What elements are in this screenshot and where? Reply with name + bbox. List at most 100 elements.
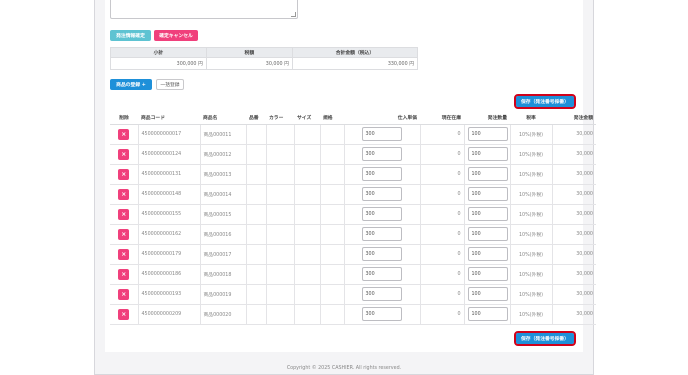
row-name: 商品000017 bbox=[200, 244, 247, 265]
row-color bbox=[266, 204, 295, 225]
row-color bbox=[266, 124, 295, 145]
row-spec bbox=[320, 164, 345, 185]
row-tax-rate: 10%(外税) bbox=[510, 204, 553, 225]
table-row: × 4500000000209 商品000020 300 0 100 10%(外税) 30,0… bbox=[110, 304, 596, 325]
summary-table: 小計 税額 合計金額（税込） 300,000 円 30,000 円 330,00… bbox=[110, 47, 419, 70]
order-items-table: 削除 商品コード 商品名 品番 カラー サイズ 規格 仕入単価 現在在庫 発注数… bbox=[110, 112, 596, 325]
table-row: × 4500000000186 商品000018 300 0 100 10%(外税) 30,0… bbox=[110, 264, 596, 285]
row-model bbox=[246, 244, 267, 265]
row-size bbox=[294, 284, 321, 305]
order-qty-input[interactable]: 100 bbox=[467, 127, 508, 141]
row-name: 商品000020 bbox=[200, 304, 247, 325]
col-name: 商品名 bbox=[200, 112, 246, 125]
unit-price-input[interactable]: 300 bbox=[361, 167, 402, 181]
row-amount: 30,000 bbox=[552, 164, 596, 185]
save-button-top[interactable]: 保存（発注番号採番） bbox=[514, 94, 576, 109]
row-spec bbox=[320, 304, 345, 325]
memo-textarea[interactable] bbox=[110, 0, 298, 19]
row-color bbox=[266, 244, 295, 265]
summary-total: 330,000 円 bbox=[291, 57, 419, 70]
row-amount: 30,000 bbox=[552, 144, 596, 165]
table-row: × 4500000000179 商品000017 300 0 100 10%(外税) 30,0… bbox=[110, 244, 596, 265]
order-qty-input[interactable]: 100 bbox=[467, 227, 508, 241]
row-code: 4500000000186 bbox=[138, 264, 201, 285]
row-code: 4500000000193 bbox=[138, 284, 201, 305]
delete-row-button[interactable]: × bbox=[118, 228, 130, 240]
row-tax-rate: 10%(外税) bbox=[510, 124, 553, 145]
col-spec: 規格 bbox=[320, 112, 344, 125]
footer-copyright: Copyright © 2025 CASHIER. All rights res… bbox=[286, 366, 402, 371]
row-model bbox=[246, 204, 267, 225]
delete-row-button[interactable]: × bbox=[118, 208, 130, 220]
col-model: 品番 bbox=[246, 112, 266, 125]
unit-price-input[interactable]: 300 bbox=[361, 207, 402, 221]
order-qty-input[interactable]: 100 bbox=[467, 247, 508, 261]
row-size bbox=[294, 244, 321, 265]
col-code: 商品コード bbox=[138, 112, 200, 125]
order-qty-input[interactable]: 100 bbox=[467, 147, 508, 161]
row-stock: 0 bbox=[420, 204, 465, 225]
row-amount: 30,000 bbox=[552, 284, 596, 305]
unit-price-input[interactable]: 300 bbox=[361, 287, 402, 301]
order-qty-input[interactable]: 100 bbox=[467, 267, 508, 281]
unit-price-input[interactable]: 300 bbox=[361, 247, 402, 261]
delete-row-button[interactable]: × bbox=[118, 168, 130, 180]
summary-header-subtotal: 小計 bbox=[110, 47, 207, 58]
row-size bbox=[294, 124, 321, 145]
row-size bbox=[294, 164, 321, 185]
delete-row-button[interactable]: × bbox=[118, 308, 130, 320]
unit-price-input[interactable]: 300 bbox=[361, 147, 402, 161]
save-button-bottom[interactable]: 保存（発注番号採番） bbox=[514, 331, 576, 346]
unit-price-input[interactable]: 300 bbox=[361, 267, 402, 281]
row-spec bbox=[320, 284, 345, 305]
resize-handle-icon[interactable] bbox=[291, 12, 296, 17]
row-color bbox=[266, 264, 295, 285]
order-qty-input[interactable]: 100 bbox=[467, 187, 508, 201]
table-row: × 4500000000148 商品000014 300 0 100 10%(外税) 30,0… bbox=[110, 184, 596, 205]
row-code: 4500000000131 bbox=[138, 164, 201, 185]
add-product-button[interactable]: 商品の登録 + bbox=[110, 79, 152, 90]
row-amount: 30,000 bbox=[552, 304, 596, 325]
delete-row-button[interactable]: × bbox=[118, 148, 130, 160]
row-amount: 30,000 bbox=[552, 204, 596, 225]
row-code: 4500000000179 bbox=[138, 244, 201, 265]
delete-row-button[interactable]: × bbox=[118, 288, 130, 300]
order-qty-input[interactable]: 100 bbox=[467, 287, 508, 301]
row-code: 4500000000017 bbox=[138, 124, 201, 145]
row-tax-rate: 10%(外税) bbox=[510, 244, 553, 265]
unit-price-input[interactable]: 300 bbox=[361, 127, 402, 141]
order-qty-input[interactable]: 100 bbox=[467, 167, 508, 181]
row-stock: 0 bbox=[420, 304, 465, 325]
unit-price-input[interactable]: 300 bbox=[361, 227, 402, 241]
row-name: 商品000019 bbox=[200, 284, 247, 305]
row-amount: 30,000 bbox=[552, 224, 596, 245]
row-amount: 30,000 bbox=[552, 264, 596, 285]
row-spec bbox=[320, 224, 345, 245]
unit-price-input[interactable]: 300 bbox=[361, 307, 402, 321]
row-code: 4500000000155 bbox=[138, 204, 201, 225]
delete-row-button[interactable]: × bbox=[118, 128, 130, 140]
cancel-confirm-button[interactable]: 確定キャンセル bbox=[154, 30, 198, 41]
row-size bbox=[294, 144, 321, 165]
delete-row-button[interactable]: × bbox=[118, 268, 130, 280]
row-code: 4500000000124 bbox=[138, 144, 201, 165]
row-tax-rate: 10%(外税) bbox=[510, 144, 553, 165]
table-row: × 4500000000131 商品000013 300 0 100 10%(外税) 30,0… bbox=[110, 164, 596, 185]
row-name: 商品000013 bbox=[200, 164, 247, 185]
delete-row-button[interactable]: × bbox=[118, 248, 130, 260]
bulk-register-button[interactable]: 一括登録 bbox=[156, 79, 184, 90]
order-qty-input[interactable]: 100 bbox=[467, 207, 508, 221]
row-code: 4500000000148 bbox=[138, 184, 201, 205]
summary-subtotal: 300,000 円 bbox=[110, 57, 207, 70]
row-stock: 0 bbox=[420, 264, 465, 285]
delete-row-button[interactable]: × bbox=[118, 188, 130, 200]
order-qty-input[interactable]: 100 bbox=[467, 307, 508, 321]
row-color bbox=[266, 184, 295, 205]
confirm-order-button[interactable]: 発注情報確定 bbox=[110, 30, 151, 41]
row-size bbox=[294, 184, 321, 205]
row-size bbox=[294, 224, 321, 245]
row-name: 商品000012 bbox=[200, 144, 247, 165]
row-name: 商品000015 bbox=[200, 204, 247, 225]
unit-price-input[interactable]: 300 bbox=[361, 187, 402, 201]
table-row: × 4500000000162 商品000016 300 0 100 10%(外税) 30,0… bbox=[110, 224, 596, 245]
